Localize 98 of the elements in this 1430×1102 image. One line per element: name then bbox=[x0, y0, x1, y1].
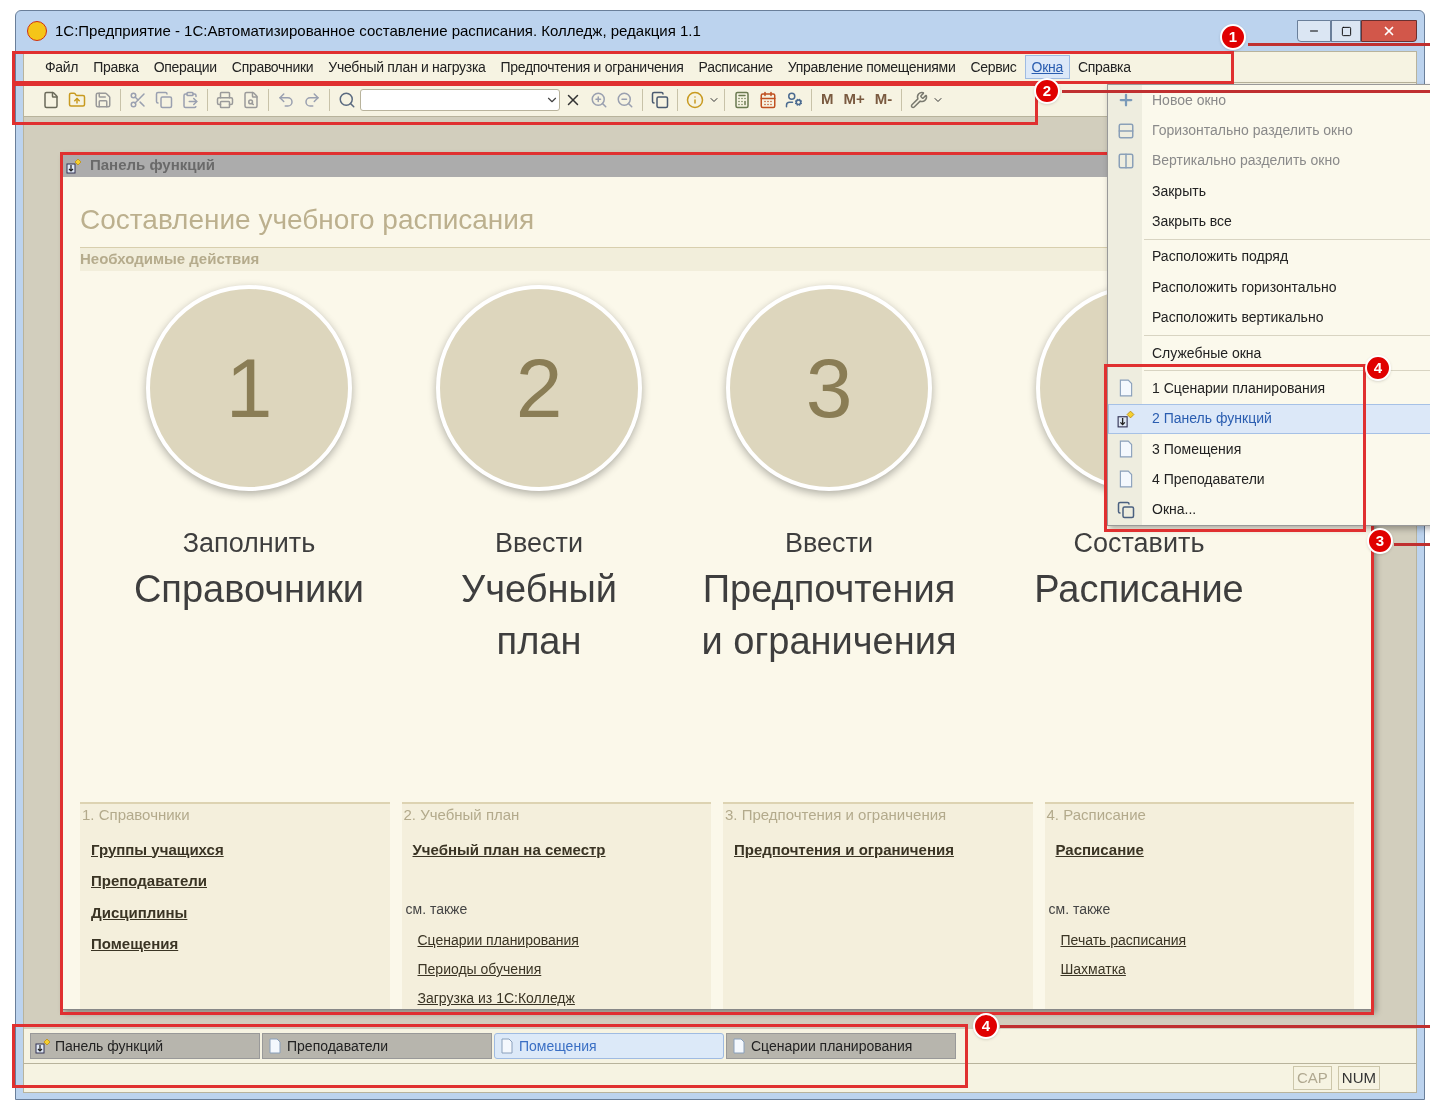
document-icon bbox=[1117, 440, 1135, 459]
menu-item[interactable]: Окна bbox=[1024, 55, 1070, 79]
horizontal-split-icon bbox=[1117, 121, 1135, 140]
menu-item[interactable]: Файл bbox=[38, 55, 86, 79]
see-also-link[interactable]: Печать расписания bbox=[1060, 930, 1187, 951]
search-icon[interactable] bbox=[338, 90, 356, 109]
menu-entry[interactable]: 3 Помещения bbox=[1108, 433, 1249, 465]
section-title: 1. Справочники bbox=[81, 805, 191, 825]
menu-entry[interactable]: 2 Панель функций bbox=[1108, 403, 1430, 434]
maximize-icon bbox=[1340, 25, 1352, 37]
user-settings-icon[interactable] bbox=[785, 90, 803, 109]
close-icon bbox=[1382, 24, 1396, 38]
menu-item[interactable]: Расписание bbox=[691, 55, 780, 79]
section-link[interactable]: Учебный план на семестр bbox=[412, 838, 606, 861]
undo-icon[interactable] bbox=[277, 90, 295, 109]
see-also-link[interactable]: Сценарии планирования bbox=[417, 930, 579, 951]
menu-entry[interactable]: Служебные окна bbox=[1108, 337, 1269, 369]
menu-item[interactable]: Правка bbox=[86, 55, 146, 79]
new-document-icon[interactable] bbox=[42, 90, 60, 109]
window-title: 1С:Предприятие - 1С:Автоматизированное составление расписания. Колледж, редакция 1.1 bbox=[55, 20, 701, 41]
windows-icon[interactable] bbox=[651, 90, 669, 109]
save-icon[interactable] bbox=[94, 90, 112, 109]
panel-icon bbox=[1117, 409, 1135, 428]
print-icon[interactable] bbox=[216, 90, 234, 109]
document-icon bbox=[1117, 379, 1135, 398]
menu-item[interactable]: Сервис bbox=[963, 55, 1024, 79]
info-icon[interactable] bbox=[686, 90, 704, 109]
step-title: Расписание bbox=[1034, 567, 1244, 613]
section-title: 3. Предпочтения и ограничения bbox=[724, 805, 948, 825]
panel-icon bbox=[66, 157, 82, 174]
document-icon bbox=[267, 1038, 283, 1054]
memory-button[interactable]: M- bbox=[869, 87, 898, 112]
leader-line bbox=[1394, 543, 1430, 546]
close-button[interactable] bbox=[1361, 20, 1417, 42]
window-tab[interactable]: Панель функций bbox=[30, 1033, 260, 1059]
vertical-split-icon bbox=[1117, 151, 1135, 170]
step-number: 2 bbox=[515, 339, 563, 437]
find-next-icon[interactable] bbox=[590, 90, 608, 109]
step-verb: Составить bbox=[1073, 526, 1205, 560]
step-verb: Заполнить bbox=[182, 526, 316, 560]
menu-item[interactable]: Справка bbox=[1070, 55, 1138, 79]
wrench-icon[interactable] bbox=[910, 90, 929, 109]
memory-button[interactable]: M+ bbox=[838, 87, 870, 112]
section-link[interactable]: Дисциплины bbox=[91, 901, 188, 924]
calculator-icon[interactable] bbox=[733, 90, 751, 109]
menu-item[interactable]: Управление помещениями bbox=[780, 55, 963, 79]
menu-entry[interactable]: Закрыть все bbox=[1108, 206, 1239, 237]
find-previous-icon[interactable] bbox=[616, 90, 634, 109]
section-title: 4. Расписание bbox=[1045, 805, 1147, 825]
paste-icon[interactable] bbox=[181, 90, 199, 109]
menu-entry[interactable]: 1 Сценарии планирования bbox=[1108, 373, 1333, 404]
see-also-link[interactable]: Периоды обучения bbox=[417, 959, 542, 980]
redo-icon[interactable] bbox=[303, 90, 321, 109]
see-also-label: см. также bbox=[1047, 900, 1112, 919]
see-also-link[interactable]: Загрузка из 1С:Колледж bbox=[417, 988, 575, 1009]
menu-item[interactable]: Учебный план и нагрузка bbox=[321, 55, 493, 79]
search-field[interactable] bbox=[360, 88, 560, 111]
cut-icon[interactable] bbox=[129, 90, 147, 109]
calendar-icon[interactable] bbox=[759, 90, 777, 109]
step-number: 1 bbox=[225, 339, 273, 437]
status-indicator: CAP bbox=[1293, 1065, 1332, 1091]
step-title: Предпочтения и ограничения bbox=[701, 567, 957, 665]
print-preview-icon[interactable] bbox=[242, 90, 260, 109]
app-logo-icon bbox=[27, 21, 47, 41]
open-folder-icon[interactable] bbox=[68, 90, 86, 109]
menu-entry[interactable]: Окна... bbox=[1108, 494, 1204, 525]
panel-icon bbox=[35, 1038, 51, 1054]
window-tab[interactable]: Помещения bbox=[494, 1033, 724, 1059]
maximize-button[interactable] bbox=[1331, 20, 1361, 42]
menu-item[interactable]: Предпочтения и ограничения bbox=[493, 55, 691, 79]
menu-entry[interactable]: 4 Преподаватели bbox=[1108, 464, 1272, 495]
section-link[interactable]: Предпочтения и ограничения bbox=[734, 838, 954, 861]
section-link[interactable]: Группы учащихся bbox=[91, 838, 224, 861]
see-also-label: см. также bbox=[404, 900, 469, 919]
step-title: Справочники bbox=[133, 567, 365, 613]
see-also-link[interactable]: Шахматка bbox=[1060, 959, 1126, 980]
section-link[interactable]: Расписание bbox=[1055, 838, 1144, 861]
section-link[interactable]: Преподаватели bbox=[91, 870, 207, 893]
document-icon bbox=[499, 1038, 515, 1054]
child-window-title: Панель функций bbox=[90, 155, 215, 176]
step-title: Учебный план bbox=[461, 567, 617, 665]
section-title: 2. Учебный план bbox=[402, 805, 521, 825]
step-verb: Ввести bbox=[785, 526, 873, 560]
window-tab[interactable]: Сценарии планирования bbox=[726, 1033, 956, 1059]
copy-icon[interactable] bbox=[155, 90, 173, 109]
status-indicator: NUM bbox=[1337, 1065, 1380, 1091]
step-number: 3 bbox=[805, 339, 853, 437]
window-tab[interactable]: Преподаватели bbox=[262, 1033, 492, 1059]
section-link[interactable]: Помещения bbox=[91, 933, 179, 956]
menu-item[interactable]: Операции bbox=[146, 55, 224, 79]
memory-button[interactable]: M bbox=[816, 87, 839, 112]
windows-icon bbox=[1117, 500, 1135, 519]
menu-entry[interactable]: Расположить вертикально bbox=[1108, 302, 1331, 333]
menu-item[interactable]: Справочники bbox=[224, 55, 321, 79]
document-icon bbox=[1117, 470, 1135, 489]
step-verb: Ввести bbox=[495, 526, 583, 560]
menu-entry[interactable]: Расположить горизонтально bbox=[1108, 272, 1344, 303]
document-icon bbox=[731, 1038, 747, 1054]
